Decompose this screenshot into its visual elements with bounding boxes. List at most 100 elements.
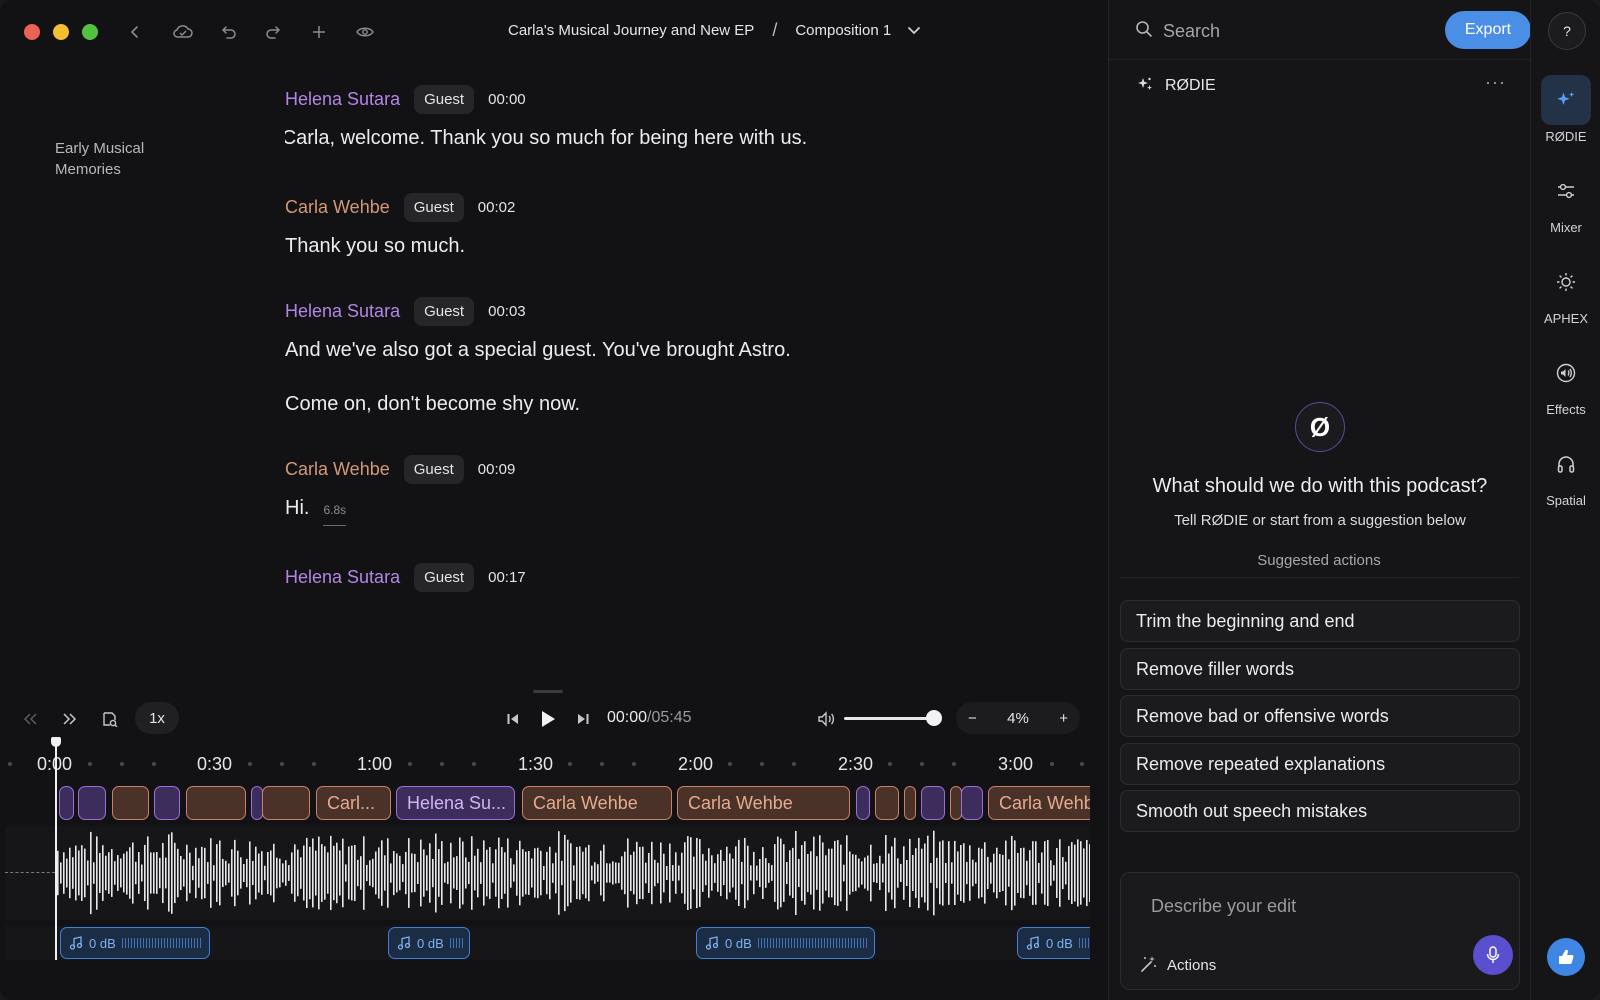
speaker-clip-helena[interactable] bbox=[154, 786, 180, 820]
describe-edit-input[interactable] bbox=[1151, 893, 1451, 919]
music-clip[interactable]: 0 dB bbox=[60, 927, 210, 959]
playhead[interactable] bbox=[55, 738, 57, 960]
speaker-clip-carla[interactable]: Carla Wehb bbox=[988, 786, 1090, 820]
speaker-clip-helena[interactable] bbox=[856, 786, 870, 820]
zoom-out-button[interactable]: − bbox=[968, 710, 977, 727]
feedback-button[interactable] bbox=[1547, 938, 1585, 976]
undo-icon[interactable] bbox=[216, 19, 242, 45]
speaker-clip-helena[interactable] bbox=[961, 786, 983, 820]
transcript-text[interactable]: Thank you so much. bbox=[285, 232, 465, 260]
skip-forward-icon[interactable] bbox=[57, 706, 83, 732]
chapter-label[interactable]: Early Musical Memories bbox=[55, 138, 185, 180]
speaker-clip-carla[interactable] bbox=[112, 786, 149, 820]
timestamp[interactable]: 00:02 bbox=[478, 199, 516, 216]
skip-back-icon[interactable] bbox=[17, 706, 43, 732]
play-icon[interactable] bbox=[535, 706, 561, 732]
rail-item-mixer[interactable]: Mixer bbox=[1531, 166, 1600, 235]
role-badge[interactable]: Guest bbox=[414, 296, 475, 326]
timestamp[interactable]: 00:00 bbox=[488, 91, 526, 108]
speaker-clip-carla[interactable] bbox=[262, 786, 310, 820]
redo-icon[interactable] bbox=[260, 19, 286, 45]
timestamp[interactable]: 00:09 bbox=[478, 461, 516, 478]
transcript-text[interactable]: Hi. bbox=[285, 494, 309, 522]
help-button[interactable]: ? bbox=[1548, 12, 1586, 50]
maximize-window-button[interactable] bbox=[82, 24, 98, 40]
speaker-name[interactable]: Helena Sutara bbox=[285, 89, 400, 110]
music-clip[interactable]: 0 dB bbox=[1017, 927, 1090, 959]
search-input[interactable] bbox=[1163, 18, 1413, 44]
speaker-name[interactable]: Helena Sutara bbox=[285, 567, 400, 588]
speaker-clip-helena[interactable]: Helena Su... bbox=[396, 786, 515, 820]
close-window-button[interactable] bbox=[24, 24, 40, 40]
composition-title[interactable]: Composition 1 bbox=[795, 22, 891, 39]
transcript-paragraph[interactable]: Hi. 6.8s bbox=[285, 494, 1085, 526]
follow-playhead-icon[interactable] bbox=[97, 706, 123, 732]
role-badge[interactable]: Guest bbox=[403, 454, 464, 484]
minimize-window-button[interactable] bbox=[53, 24, 69, 40]
playhead-handle[interactable] bbox=[51, 737, 61, 747]
volume-slider-track[interactable] bbox=[844, 717, 936, 720]
volume-slider-knob[interactable] bbox=[926, 710, 943, 726]
preview-eye-icon[interactable] bbox=[352, 19, 378, 45]
export-button[interactable]: Export bbox=[1445, 11, 1531, 49]
actions-menu-label[interactable]: Actions bbox=[1167, 957, 1216, 974]
speaker-clip-carla[interactable]: Carl... bbox=[316, 786, 391, 820]
transcript-paragraph[interactable]: Come on, don't become shy now. bbox=[285, 390, 1085, 418]
playback-speed-button[interactable]: 1x bbox=[135, 702, 179, 734]
add-icon[interactable] bbox=[306, 19, 332, 45]
waveform-lane[interactable] bbox=[5, 826, 1091, 920]
speaker-clip-helena[interactable] bbox=[59, 786, 74, 820]
speaker-clip-helena[interactable] bbox=[921, 786, 945, 820]
speaker-name[interactable]: Carla Wehbe bbox=[285, 459, 390, 480]
microphone-icon bbox=[1486, 946, 1500, 963]
transcript-paragraph[interactable]: And we've also got a special guest. You'… bbox=[285, 336, 1085, 364]
silence-gap-tag[interactable]: 6.8s bbox=[323, 496, 347, 526]
speaker-clip-carla[interactable] bbox=[186, 786, 246, 820]
previous-icon[interactable] bbox=[500, 706, 526, 732]
suggested-action-button[interactable]: Remove repeated explanations bbox=[1120, 742, 1520, 785]
speaker-clip-carla[interactable]: Carla Wehbe bbox=[522, 786, 672, 820]
more-options-icon[interactable]: ··· bbox=[1485, 72, 1506, 93]
speaker-name[interactable]: Carla Wehbe bbox=[285, 197, 390, 218]
rail-item-rodie[interactable]: RØDIE bbox=[1531, 75, 1600, 144]
project-title[interactable]: Carla's Musical Journey and New EP bbox=[508, 22, 754, 39]
speaker-clip-carla[interactable] bbox=[875, 786, 899, 820]
transcript-text[interactable]: Come on, don't become shy now. bbox=[285, 390, 580, 418]
microphone-button[interactable] bbox=[1473, 935, 1513, 975]
role-badge[interactable]: Guest bbox=[414, 84, 475, 114]
suggested-action-button[interactable]: Trim the beginning and end bbox=[1120, 600, 1520, 642]
chevron-down-icon[interactable] bbox=[907, 26, 921, 36]
edit-composer: Actions bbox=[1120, 872, 1520, 990]
timestamp[interactable]: 00:03 bbox=[488, 303, 526, 320]
cloud-sync-icon[interactable] bbox=[170, 19, 196, 45]
panel-resize-handle[interactable] bbox=[533, 690, 563, 693]
music-clip[interactable]: 0 dB bbox=[388, 927, 470, 959]
zoom-in-button[interactable]: + bbox=[1059, 710, 1068, 727]
speaker-clip-carla[interactable] bbox=[904, 786, 916, 820]
transcript-paragraph[interactable]: 0.1sCarla, welcome. Thank you so much fo… bbox=[285, 124, 1085, 156]
back-icon[interactable] bbox=[122, 19, 148, 45]
magic-wand-icon[interactable] bbox=[1139, 955, 1157, 978]
rail-item-spatial[interactable]: Spatial bbox=[1531, 439, 1600, 508]
timestamp[interactable]: 00:17 bbox=[488, 569, 526, 586]
transcript-text[interactable]: And we've also got a special guest. You'… bbox=[285, 336, 791, 364]
rail-item-aphex[interactable]: APHEX bbox=[1531, 257, 1600, 326]
volume-icon[interactable] bbox=[814, 706, 840, 732]
suggested-action-button[interactable]: Remove filler words bbox=[1120, 647, 1520, 690]
role-badge[interactable]: Guest bbox=[414, 562, 475, 592]
music-clip[interactable]: 0 dB bbox=[696, 927, 875, 959]
speaker-name[interactable]: Helena Sutara bbox=[285, 301, 400, 322]
music-note-icon bbox=[69, 936, 83, 950]
ruler-tick-dot bbox=[8, 762, 12, 766]
suggested-action-button[interactable]: Smooth out speech mistakes bbox=[1120, 790, 1520, 832]
music-lane: 0 dB 0 dB 0 dB 0 dB bbox=[5, 926, 1090, 960]
next-icon[interactable] bbox=[570, 706, 596, 732]
transcript-text[interactable]: Carla, welcome. Thank you so much for be… bbox=[285, 124, 807, 152]
rail-item-effects[interactable]: Effects bbox=[1531, 348, 1600, 417]
transcript-paragraph[interactable]: Thank you so much. bbox=[285, 232, 1085, 260]
suggested-action-button[interactable]: Remove bad or offensive words bbox=[1120, 695, 1520, 737]
speaker-clip-helena[interactable] bbox=[78, 786, 106, 820]
role-badge[interactable]: Guest bbox=[403, 192, 464, 222]
timeline-ruler[interactable]: 0:000:301:001:302:002:303:00 bbox=[0, 750, 1090, 776]
speaker-clip-carla[interactable]: Carla Wehbe bbox=[677, 786, 850, 820]
